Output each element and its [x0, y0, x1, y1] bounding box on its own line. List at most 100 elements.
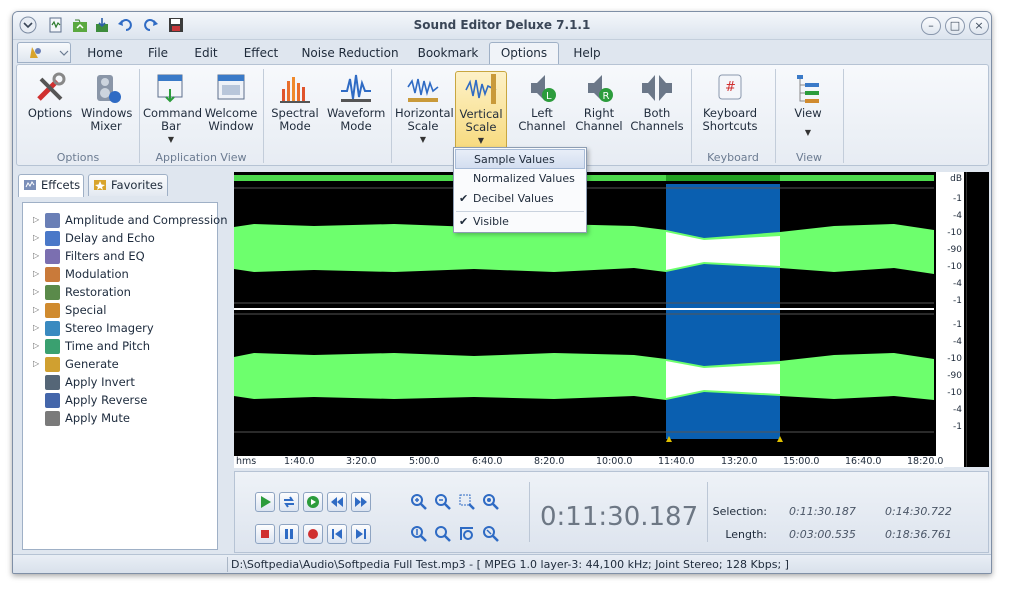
- options-button[interactable]: Options: [25, 71, 75, 120]
- group-divider: [391, 69, 392, 163]
- menu-item-sample-values[interactable]: Sample Values: [455, 149, 585, 169]
- svg-text:#: #: [725, 80, 736, 95]
- zoom-reset-icon[interactable]: [481, 524, 501, 544]
- expand-arrow-icon[interactable]: ▷: [33, 265, 39, 283]
- tree-item[interactable]: ▷ Special: [33, 301, 106, 319]
- transport-divider: [707, 482, 708, 542]
- waveform-icon: [339, 71, 373, 105]
- tree-item-label: Modulation: [65, 267, 129, 281]
- pause-button[interactable]: [279, 524, 299, 544]
- tree-item-label: Apply Reverse: [65, 393, 148, 407]
- zoom-full-icon[interactable]: [481, 492, 501, 512]
- windows-mixer-button[interactable]: Windows Mixer: [81, 71, 132, 133]
- tab-help[interactable]: Help: [565, 43, 609, 63]
- play-selection-button[interactable]: [303, 492, 323, 512]
- tree-item[interactable]: Apply Mute: [33, 409, 130, 427]
- expand-arrow-icon[interactable]: ▷: [33, 301, 39, 319]
- spectral-mode-button[interactable]: Spectral Mode: [267, 71, 323, 133]
- tree-item[interactable]: Apply Reverse: [33, 391, 147, 409]
- tree-item-label: Apply Mute: [65, 411, 130, 425]
- zoom-in-icon[interactable]: [409, 492, 429, 512]
- tab-effect[interactable]: Effect: [235, 43, 287, 63]
- generate-icon: [45, 357, 60, 372]
- modulation-icon: [45, 267, 60, 282]
- command-bar-icon: [154, 71, 188, 105]
- waveform-mode-button[interactable]: Waveform Mode: [327, 71, 385, 133]
- fast-forward-button[interactable]: [351, 492, 371, 512]
- group-label-application-view: Application View: [155, 151, 247, 164]
- tree-item[interactable]: ▷ Filters and EQ: [33, 247, 145, 265]
- play-button[interactable]: [255, 492, 275, 512]
- amplitude-icon: [45, 213, 60, 228]
- expand-arrow-icon[interactable]: ▷: [33, 229, 39, 247]
- expand-arrow-icon[interactable]: ▷: [33, 211, 39, 229]
- horizontal-scale-button[interactable]: Horizontal Scale ▼: [395, 71, 454, 146]
- right-channel-button[interactable]: R Right Channel: [571, 71, 627, 133]
- tree-item[interactable]: ▷ Generate: [33, 355, 119, 373]
- tab-file[interactable]: File: [137, 43, 179, 63]
- tree-item[interactable]: Apply Invert: [33, 373, 135, 391]
- both-channels-button[interactable]: Both Channels: [629, 71, 685, 133]
- tree-item[interactable]: ▷ Time and Pitch: [33, 337, 150, 355]
- welcome-window-button[interactable]: Welcome Window: [203, 71, 259, 133]
- close-button[interactable]: ×: [969, 17, 989, 35]
- zoom-vertical-in-icon[interactable]: [409, 524, 429, 544]
- selection-end-value: 0:14:30.722: [885, 505, 952, 518]
- view-button[interactable]: View ▼: [783, 71, 833, 139]
- horizontal-scale-icon: [406, 71, 440, 105]
- group-divider: [263, 69, 264, 163]
- loop-button[interactable]: [279, 492, 299, 512]
- go-to-end-button[interactable]: [351, 524, 371, 544]
- maximize-button[interactable]: □: [945, 17, 965, 35]
- current-time-display: 0:11:30.187: [540, 502, 699, 532]
- rewind-button[interactable]: [327, 492, 347, 512]
- keyboard-shortcuts-button[interactable]: # Keyboard Shortcuts: [699, 71, 761, 133]
- command-bar-button[interactable]: Command Bar ▼: [143, 71, 202, 146]
- title-bar: Sound Editor Deluxe 7.1.1 – □ ×: [13, 12, 991, 40]
- checkmark-icon: ✔: [459, 192, 469, 205]
- status-bar: D:\Softpedia\Audio\Softpedia Full Test.m…: [13, 554, 991, 573]
- tree-item[interactable]: ▷ Restoration: [33, 283, 131, 301]
- tab-effects[interactable]: Effcets: [18, 174, 84, 197]
- vertical-scale-icon: [464, 72, 498, 106]
- tree-item[interactable]: ▷ Stereo Imagery: [33, 319, 154, 337]
- tab-edit[interactable]: Edit: [185, 43, 227, 63]
- zoom-selection-icon[interactable]: [457, 492, 477, 512]
- menu-item-visible[interactable]: ✔ Visible: [455, 212, 585, 232]
- tree-item-label: Stereo Imagery: [65, 321, 154, 335]
- ribbon-tabs: Home File Edit Effect Noise Reduction Bo…: [13, 41, 991, 64]
- left-channel-icon: L: [525, 71, 559, 105]
- stop-button[interactable]: [255, 524, 275, 544]
- expand-arrow-icon[interactable]: ▷: [33, 247, 39, 265]
- tab-home[interactable]: Home: [79, 43, 131, 63]
- status-file-info: D:\Softpedia\Audio\Softpedia Full Test.m…: [231, 558, 789, 571]
- transport-divider: [529, 482, 530, 542]
- tree-item[interactable]: ▷ Amplitude and Compression: [33, 211, 228, 229]
- zoom-vertical-out-icon[interactable]: [433, 524, 453, 544]
- expand-arrow-icon[interactable]: ▷: [33, 355, 39, 373]
- minimize-button[interactable]: –: [921, 17, 941, 35]
- expand-arrow-icon[interactable]: ▷: [33, 319, 39, 337]
- record-button[interactable]: [303, 524, 323, 544]
- expand-arrow-icon[interactable]: ▷: [33, 337, 39, 355]
- waveform-display: [234, 172, 989, 452]
- vertical-scale-button[interactable]: Vertical Scale ▼: [455, 71, 507, 155]
- go-to-start-button[interactable]: [327, 524, 347, 544]
- zoom-fit-icon[interactable]: [457, 524, 477, 544]
- tree-item[interactable]: ▷ Modulation: [33, 265, 129, 283]
- tree-item[interactable]: ▷ Delay and Echo: [33, 229, 155, 247]
- tree-item-label: Special: [65, 303, 107, 317]
- app-button[interactable]: [17, 42, 71, 63]
- waveform-view[interactable]: [234, 172, 989, 467]
- menu-item-normalized-values[interactable]: Normalized Values: [455, 169, 585, 189]
- tab-favorites[interactable]: Favorites: [88, 174, 168, 196]
- stereo-icon: [45, 321, 60, 336]
- tab-options[interactable]: Options: [489, 42, 559, 64]
- tab-bookmark[interactable]: Bookmark: [413, 43, 483, 63]
- expand-arrow-icon[interactable]: ▷: [33, 283, 39, 301]
- svg-text:R: R: [603, 91, 610, 102]
- tab-noise-reduction[interactable]: Noise Reduction: [295, 43, 405, 63]
- menu-item-decibel-values[interactable]: ✔ Decibel Values: [455, 189, 585, 209]
- zoom-out-icon[interactable]: [433, 492, 453, 512]
- left-channel-button[interactable]: L Left Channel: [515, 71, 569, 133]
